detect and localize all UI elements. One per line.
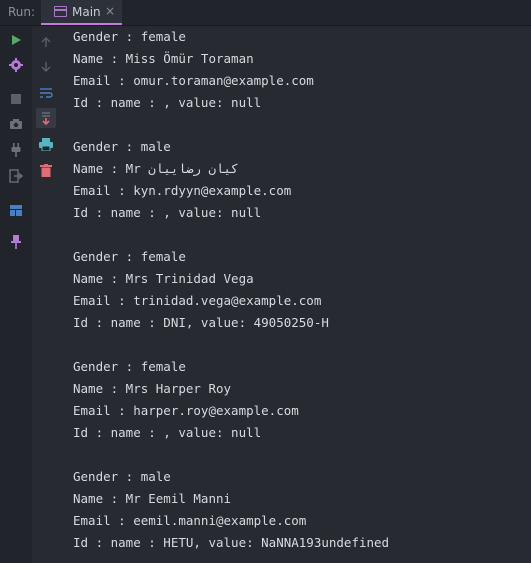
console-output[interactable]: Gender : female Name : Miss Ömür Toraman… bbox=[73, 26, 531, 563]
run-label: Run: bbox=[8, 5, 36, 19]
email-line: Email : trinidad.vega@example.com bbox=[73, 293, 322, 308]
email-line: Email : harper.roy@example.com bbox=[73, 403, 299, 418]
arrow-up-icon[interactable] bbox=[36, 32, 56, 52]
email-line: Email : kyn.rdyyn@example.com bbox=[73, 183, 292, 198]
tab-label: Main bbox=[72, 5, 101, 19]
console-entry: Gender : male Name : Mr کیان رضاییان Ema… bbox=[73, 136, 531, 224]
name-line: Name : Mr کیان رضاییان bbox=[73, 161, 239, 176]
pin-icon[interactable] bbox=[6, 232, 26, 252]
id-line: Id : name : , value: null bbox=[73, 425, 262, 440]
id-line: Id : name : , value: null bbox=[73, 205, 262, 220]
gender-line: Gender : female bbox=[73, 359, 186, 374]
scroll-to-end-icon[interactable] bbox=[36, 108, 56, 128]
plug-icon[interactable] bbox=[6, 140, 26, 160]
email-line: Email : omur.toraman@example.com bbox=[73, 73, 314, 88]
print-icon[interactable] bbox=[36, 134, 56, 154]
console-entry: Gender : female Name : Miss Ömür Toraman… bbox=[73, 26, 531, 114]
stop-icon[interactable] bbox=[6, 89, 26, 109]
soft-wrap-icon[interactable] bbox=[36, 83, 56, 103]
gear-icon[interactable] bbox=[6, 55, 26, 75]
gender-line: Gender : male bbox=[73, 469, 171, 484]
id-line: Id : name : DNI, value: 49050250-H bbox=[73, 315, 329, 330]
close-icon[interactable]: × bbox=[105, 4, 115, 18]
console-entry: Gender : male Name : Mr Eemil Manni Emai… bbox=[73, 466, 531, 554]
run-tool-window-header: Run: Main × bbox=[0, 0, 531, 26]
camera-icon[interactable] bbox=[6, 114, 26, 134]
layout-icon[interactable] bbox=[6, 200, 26, 220]
name-line: Name : Mrs Trinidad Vega bbox=[73, 271, 254, 286]
name-line: Name : Miss Ömür Toraman bbox=[73, 51, 254, 66]
run-toolbar-secondary bbox=[32, 26, 60, 563]
gender-line: Gender : male bbox=[73, 139, 171, 154]
gender-line: Gender : female bbox=[73, 249, 186, 264]
play-icon[interactable] bbox=[6, 30, 26, 50]
run-toolbar-primary bbox=[0, 26, 32, 563]
exit-icon[interactable] bbox=[6, 166, 26, 186]
arrow-down-icon[interactable] bbox=[36, 57, 56, 77]
gender-line: Gender : female bbox=[73, 29, 186, 44]
id-line: Id : name : HETU, value: NaNNA193undefin… bbox=[73, 535, 390, 550]
name-line: Name : Mrs Harper Roy bbox=[73, 381, 232, 396]
email-line: Email : eemil.manni@example.com bbox=[73, 513, 307, 528]
tab-main[interactable]: Main × bbox=[41, 0, 122, 25]
console-entry: Gender : female Name : Mrs Harper Roy Em… bbox=[73, 356, 531, 444]
name-line: Name : Mr Eemil Manni bbox=[73, 491, 232, 506]
console-entry: Gender : female Name : Mrs Trinidad Vega… bbox=[73, 246, 531, 334]
application-icon bbox=[54, 6, 67, 17]
id-line: Id : name : , value: null bbox=[73, 95, 262, 110]
trash-icon[interactable] bbox=[36, 160, 56, 180]
